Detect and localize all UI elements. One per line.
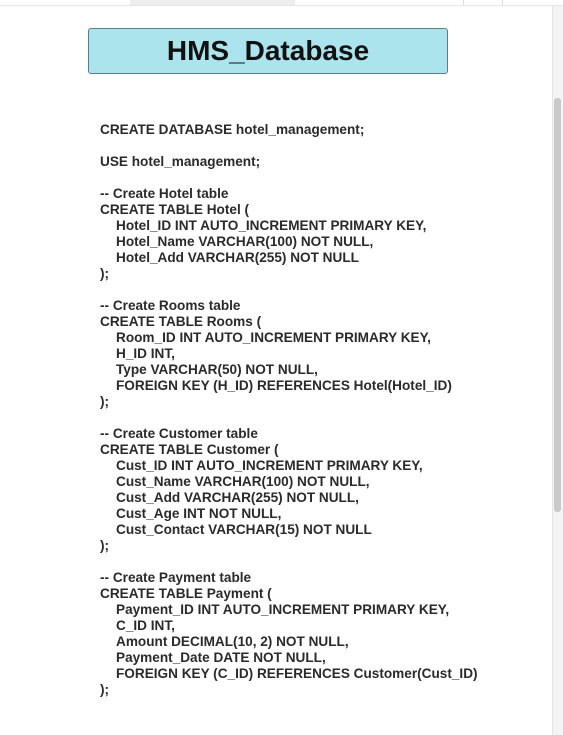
code-line: FOREIGN KEY (C_ID) REFERENCES Customer(C… (116, 666, 478, 681)
code-line: CREATE TABLE Hotel ( (100, 202, 250, 217)
top-separator (502, 0, 503, 5)
code-line: -- Create Customer table (100, 426, 258, 441)
code-line: CREATE DATABASE hotel_management; (100, 122, 365, 137)
code-line: Cust_Age INT NOT NULL, (116, 506, 282, 521)
scrollbar-thumb[interactable] (554, 98, 561, 512)
code-line: Type VARCHAR(50) NOT NULL, (116, 362, 318, 377)
code-line: Cust_ID INT AUTO_INCREMENT PRIMARY KEY, (116, 458, 423, 473)
title-box: HMS_Database (88, 28, 448, 74)
code-line: FOREIGN KEY (H_ID) REFERENCES Hotel(Hote… (116, 378, 452, 393)
code-line: ); (100, 266, 110, 281)
code-line: Cust_Contact VARCHAR(15) NOT NULL (116, 522, 372, 537)
code-line: -- Create Payment table (100, 570, 252, 585)
code-line: Payment_ID INT AUTO_INCREMENT PRIMARY KE… (116, 602, 450, 617)
code-line: -- Create Rooms table (100, 298, 241, 313)
code-line: CREATE TABLE Rooms ( (100, 314, 262, 329)
code-line: Hotel_Name VARCHAR(100) NOT NULL, (116, 234, 374, 249)
page-title: HMS_Database (166, 35, 370, 66)
code-line: ); (100, 682, 110, 697)
code-line: USE hotel_management; (100, 154, 261, 169)
code-line: Room_ID INT AUTO_INCREMENT PRIMARY KEY, (116, 330, 431, 345)
top-separator (463, 0, 464, 5)
document-viewport: HMS_Database CREATE DATABASE hotel_manag… (0, 0, 563, 735)
window-top-strip (0, 0, 563, 6)
code-line: C_ID INT, (116, 618, 175, 633)
code-line: Payment_Date DATE NOT NULL, (116, 650, 326, 665)
code-line: -- Create Hotel table (100, 186, 229, 201)
code-line: Cust_Name VARCHAR(100) NOT NULL, (116, 474, 370, 489)
code-line: CREATE TABLE Payment ( (100, 586, 272, 601)
code-line: Hotel_ID INT AUTO_INCREMENT PRIMARY KEY, (116, 218, 427, 233)
code-line: H_ID INT, (116, 346, 175, 361)
code-line: CREATE TABLE Customer ( (100, 442, 279, 457)
sql-code-block: CREATE DATABASE hotel_management; USE hot… (100, 122, 478, 698)
code-line: ); (100, 538, 110, 553)
code-line: ); (100, 394, 110, 409)
code-line: Cust_Add VARCHAR(255) NOT NULL, (116, 490, 359, 505)
code-line: Amount DECIMAL(10, 2) NOT NULL, (116, 634, 349, 649)
code-line: Hotel_Add VARCHAR(255) NOT NULL (116, 250, 359, 265)
top-tab[interactable] (130, 0, 295, 5)
